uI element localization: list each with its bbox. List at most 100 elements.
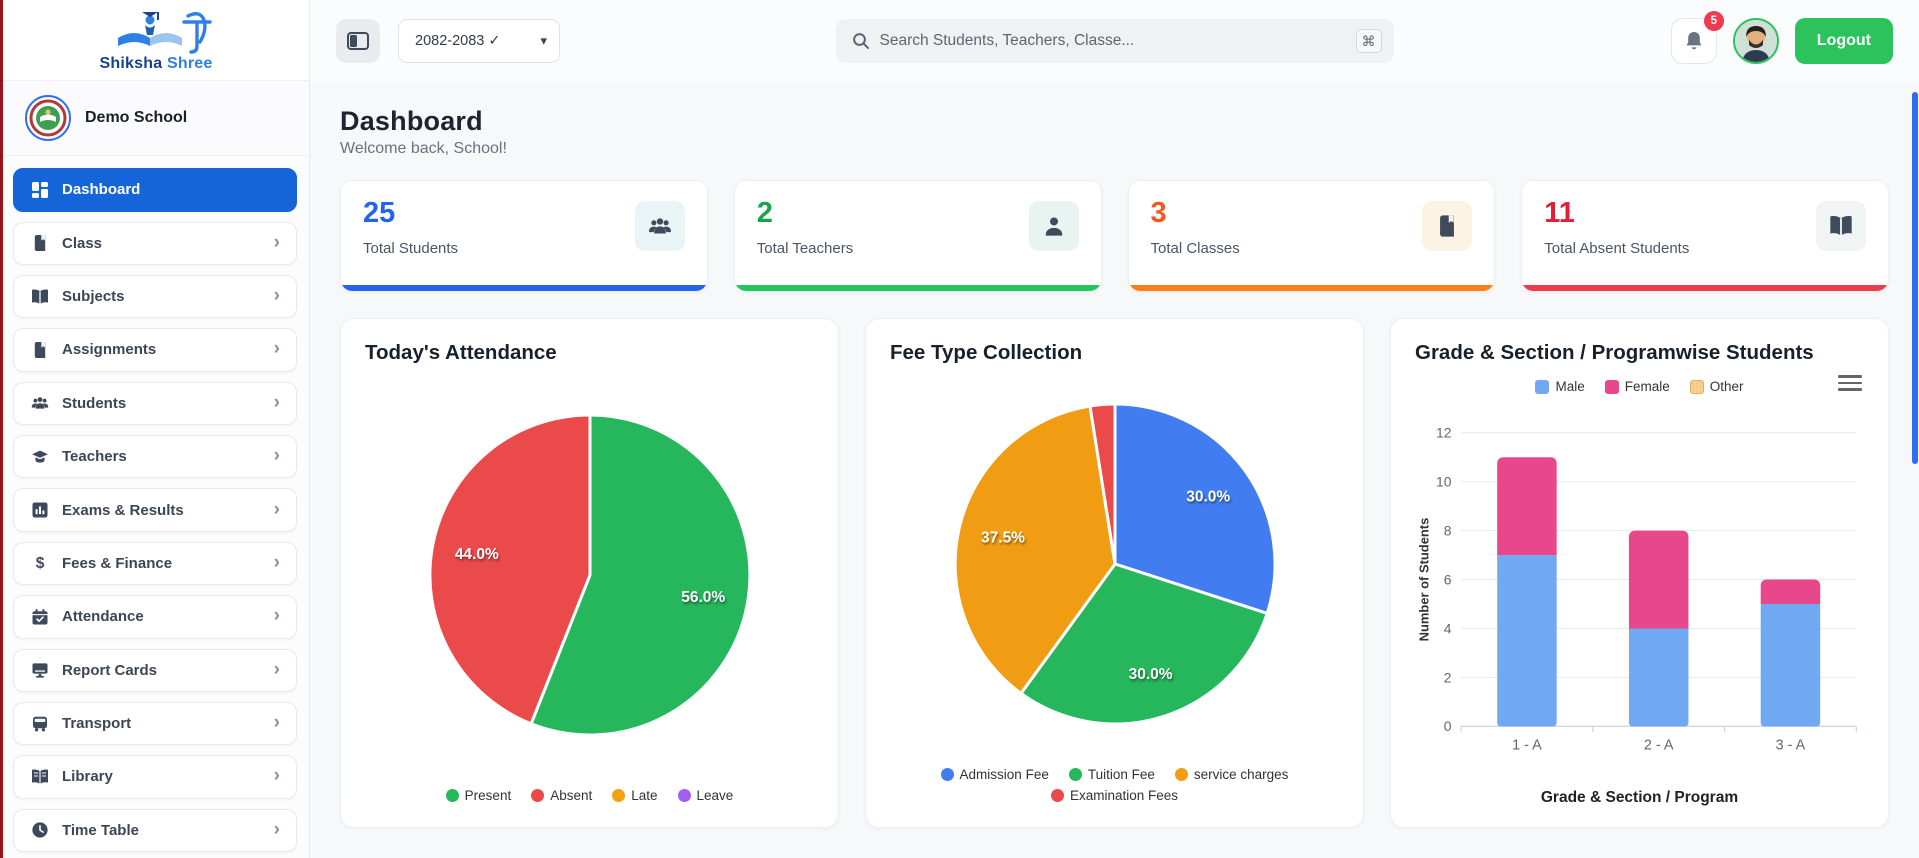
sidebar-item-assignments[interactable]: Assignments › [13, 328, 297, 372]
sidebar-item-label: Transport [62, 715, 132, 733]
pie-slice-label: 56.0% [681, 589, 725, 606]
gradewise-chart-card: Grade & Section / Programwise Students M… [1390, 318, 1889, 828]
sidebar: Shiksha Shree Demo School Dashboard›Clas… [0, 0, 310, 858]
topbar: 2082-2083 ✓ ▾ ⌘ 5 [310, 0, 1919, 82]
legend-label: Present [464, 788, 512, 803]
brand-name: Shiksha Shree [99, 54, 213, 72]
bar-segment[interactable] [1497, 456, 1557, 555]
bar-segment[interactable] [1760, 579, 1821, 604]
legend-item-examination-fees[interactable]: Examination Fees [1050, 788, 1179, 803]
chevron-right-icon: › [273, 285, 280, 307]
page-subtitle: Welcome back, School! [340, 140, 507, 157]
legend-label: Late [631, 788, 658, 803]
sidebar-item-label: Library [62, 768, 113, 786]
chart-title: Fee Type Collection [890, 341, 1083, 364]
chart-menu-icon[interactable] [1838, 375, 1862, 391]
bar-segment[interactable] [1628, 627, 1689, 726]
sidebar-item-students[interactable]: Students › [13, 381, 297, 426]
stat-accent-bar [734, 285, 1101, 291]
user-avatar[interactable] [1732, 18, 1779, 64]
pie-slice-label: 37.5% [981, 530, 1025, 547]
bus-icon [30, 714, 49, 733]
y-tick-label: 10 [1436, 473, 1452, 489]
legend-label: Other [1709, 379, 1744, 394]
legend-item-present[interactable]: Present [445, 788, 512, 803]
sidebar-item-teachers[interactable]: Teachers › [13, 435, 297, 479]
book-icon [30, 234, 49, 253]
page-scrollbar-thumb[interactable] [1912, 92, 1918, 464]
stat-accent-bar [1522, 285, 1888, 291]
person-icon [1028, 201, 1079, 251]
sidebar-toggle-button[interactable] [336, 19, 380, 63]
chevron-right-icon: › [273, 658, 280, 680]
chart-title: Today's Attendance [365, 341, 557, 364]
sidebar-item-report-cards[interactable]: Report Cards › [13, 648, 297, 692]
fee-type-chart-card: Fee Type Collection 30.0% 30.0% 37.5% Admi… [865, 318, 1364, 828]
sidebar-item-time-table[interactable]: Time Table › [13, 808, 297, 853]
academic-session-select[interactable]: 2082-2083 ✓ ▾ [398, 19, 560, 63]
global-search: ⌘ [835, 19, 1394, 63]
sidebar-item-label: Fees & Finance [62, 554, 173, 572]
legend-label: Examination Fees [1069, 788, 1179, 803]
legend-item-leave[interactable]: Leave [677, 788, 733, 803]
y-tick-label: 0 [1444, 718, 1452, 734]
sidebar-item-fees-and-finance[interactable]: $ Fees & Finance › [13, 541, 297, 586]
legend-item-late[interactable]: Late [612, 788, 658, 803]
logout-button[interactable]: Logout [1794, 18, 1893, 64]
sidebar-item-label: Report Cards [62, 661, 158, 679]
attendance-pie-chart: 56.0% 44.0% [427, 413, 751, 736]
app-root: Shiksha Shree Demo School Dashboard›Clas… [0, 0, 1919, 858]
sidebar-item-label: Attendance [62, 608, 144, 626]
sidebar-item-dashboard[interactable]: Dashboard› [13, 168, 297, 212]
fee-type-pie-chart: 30.0% 30.0% 37.5% [953, 402, 1277, 726]
people-icon [634, 201, 685, 251]
monitor-icon [30, 661, 49, 680]
sidebar-item-exams-and-results[interactable]: Exams & Results › [13, 488, 297, 532]
sidebar-item-label: Exams & Results [62, 501, 184, 519]
sidebar-item-transport[interactable]: Transport › [13, 701, 297, 746]
chart-title: Grade & Section / Programwise Students [1415, 341, 1814, 364]
chevron-right-icon: › [273, 712, 280, 734]
shiksha-shree-logo-icon [118, 11, 212, 54]
chevron-down-icon: ▾ [540, 33, 547, 48]
legend-label: service charges [1193, 767, 1289, 782]
sidebar-item-subjects[interactable]: Subjects › [13, 274, 297, 319]
x-category-label: 2 - A [1644, 737, 1674, 753]
bar-segment[interactable] [1497, 554, 1557, 726]
sidebar-item-class[interactable]: Class › [13, 221, 297, 265]
book-icon [1422, 201, 1473, 251]
sidebar-item-label: Time Table [62, 821, 139, 839]
chevron-right-icon: › [273, 551, 280, 573]
sidebar-item-library[interactable]: Library › [13, 755, 297, 799]
sidebar-item-attendance[interactable]: Attendance › [13, 595, 297, 639]
bar-chart-xlabel: Grade & Section / Program [1540, 789, 1739, 806]
y-tick-label: 4 [1444, 620, 1452, 636]
charts-row: Today's Attendance 56.0% 44.0% Present Abs… [340, 318, 1889, 828]
panel-toggle-icon [347, 32, 369, 50]
bell-icon [1686, 32, 1702, 50]
legend-item-admission-fee[interactable]: Admission Fee [940, 767, 1049, 782]
bar-segment[interactable] [1760, 603, 1821, 726]
chevron-right-icon: › [273, 391, 280, 413]
chevron-right-icon: › [273, 231, 280, 253]
notifications-button[interactable]: 5 [1670, 11, 1724, 64]
stat-card-total-teachers: 2 Total Teachers [733, 180, 1102, 292]
legend-item-service-charges[interactable]: service charges [1174, 767, 1289, 782]
legend-item-male[interactable]: Male [1535, 379, 1585, 394]
library-icon [30, 767, 49, 786]
bar-chart-header: Male Female Other [1415, 375, 1864, 402]
legend-item-absent[interactable]: Absent [531, 788, 592, 803]
legend-item-tuition-fee[interactable]: Tuition Fee [1068, 767, 1155, 782]
legend-item-female[interactable]: Female [1604, 379, 1670, 394]
chevron-right-icon: › [273, 445, 280, 467]
legend-label: Female [1624, 379, 1670, 394]
search-input[interactable] [879, 32, 1346, 50]
x-category-label: 3 - A [1776, 737, 1806, 753]
attendance-legend: Present Absent Late Leave [365, 784, 814, 811]
bar-segment[interactable] [1628, 530, 1689, 628]
stat-card-total-classes: 3 Total Classes [1127, 180, 1496, 292]
clock-icon [30, 821, 49, 840]
sidebar-item-label: Subjects [62, 288, 125, 306]
legend-item-other[interactable]: Other [1689, 379, 1744, 394]
brand-logo: Shiksha Shree [3, 0, 309, 82]
